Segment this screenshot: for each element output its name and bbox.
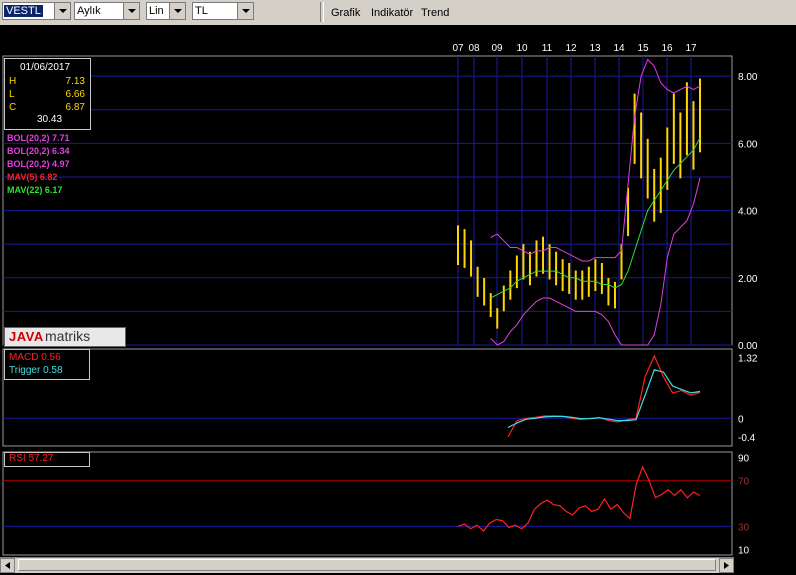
chart-area: 07 08 09 10 11 12 13 14 15 16 17 8.00 6.00 4.00 2.00 0.… — [0, 25, 796, 559]
info-row-label: L — [9, 89, 15, 100]
logo-text-java: JAVA — [9, 329, 44, 344]
scroll-left-button[interactable] — [0, 558, 15, 573]
rsi-y-tick-label: 70 — [738, 477, 750, 488]
horizontal-scrollbar[interactable] — [0, 557, 734, 573]
chart-svg[interactable]: 07 08 09 10 11 12 13 14 15 16 17 8.00 6.00 4.00 2.00 0.… — [0, 25, 796, 557]
rsi-label[interactable]: RSI 57.27 — [9, 453, 53, 464]
rsi-panel-border — [2, 451, 733, 556]
toolbar-separator — [320, 2, 324, 22]
javamatriks-logo: JAVA matriks — [4, 327, 126, 347]
indicator-bol-lower[interactable]: BOL(20,2) 4.97 — [7, 159, 70, 169]
macd-y-tick-label: 0 — [738, 414, 744, 425]
rsi-y-tick-label: 90 — [738, 454, 750, 465]
y-tick-label: 2.00 — [738, 274, 758, 285]
currency-value: TL — [195, 5, 208, 17]
period-select[interactable]: Aylık — [74, 2, 140, 20]
rsi-y-tick-label: 30 — [738, 522, 750, 533]
series-macd — [507, 354, 701, 438]
rsi-y-tick-label: 10 — [738, 545, 750, 556]
scroll-right-button[interactable] — [719, 558, 734, 573]
x-tick-label: 15 — [637, 43, 649, 54]
period-value: Aylık — [77, 5, 101, 17]
x-tick-label: 10 — [516, 43, 528, 54]
info-row-close: C 6.87 — [9, 102, 87, 113]
x-tick-label: 09 — [491, 43, 503, 54]
macd-label[interactable]: MACD 0.56 — [9, 352, 61, 363]
arrow-right-icon — [724, 562, 729, 569]
indicator-bol-upper[interactable]: BOL(20,2) 7.71 — [7, 133, 70, 143]
y-tick-label: 8.00 — [738, 72, 758, 83]
info-row-high: H 7.13 — [9, 76, 87, 87]
info-volume: 30.43 — [37, 114, 63, 125]
currency-select[interactable]: TL — [192, 2, 254, 20]
symbol-value: VESTL — [4, 5, 43, 17]
chevron-down-icon[interactable] — [123, 3, 139, 19]
chevron-down-icon[interactable] — [169, 3, 185, 19]
symbol-select[interactable]: VESTL — [2, 2, 71, 20]
menu-trend[interactable]: Trend — [421, 7, 449, 19]
indicator-bol-middle[interactable]: BOL(20,2) 6.34 — [7, 146, 70, 156]
info-row-low: L 6.66 — [9, 89, 87, 100]
menu-indikator[interactable]: Indikatör — [371, 7, 413, 19]
chevron-down-icon[interactable] — [237, 3, 253, 19]
x-tick-label: 08 — [468, 43, 480, 54]
toolbar: VESTL Aylık Lin TL Grafik Indikatör Tren… — [0, 0, 796, 26]
scale-value: Lin — [149, 5, 164, 17]
x-tick-label: 13 — [589, 43, 601, 54]
indicator-mav5[interactable]: MAV(5) 6.82 — [7, 172, 57, 182]
macd-y-tick-label: 1.32 — [738, 353, 758, 364]
macd-panel-border — [2, 348, 733, 447]
price-info-box: 01/06/2017 H 7.13 L 6.66 C 6.87 30.43 — [4, 58, 91, 130]
rsi-legend-box: RSI 57.27 — [4, 452, 90, 467]
info-date: 01/06/2017 — [20, 62, 71, 73]
trigger-label[interactable]: Trigger 0.58 — [9, 365, 63, 376]
info-row-value: 7.13 — [65, 76, 85, 87]
info-row-label: H — [9, 76, 17, 87]
series-trigger — [507, 369, 701, 429]
info-row-value: 6.66 — [65, 89, 85, 100]
macd-y-tick-label: -0.4 — [738, 433, 756, 444]
x-tick-label: 12 — [565, 43, 577, 54]
scale-select[interactable]: Lin — [146, 2, 186, 20]
logo-text-matriks: matriks — [45, 328, 91, 344]
info-row-value: 6.87 — [65, 102, 85, 113]
macd-legend-box: MACD 0.56 Trigger 0.58 — [4, 349, 90, 380]
arrow-left-icon — [5, 562, 10, 569]
info-row-label: C — [9, 102, 17, 113]
price-panel-border — [2, 55, 733, 346]
x-tick-label: 11 — [542, 43, 553, 54]
x-tick-label: 14 — [613, 43, 625, 54]
y-tick-label: 6.00 — [738, 139, 758, 150]
indicator-mav22[interactable]: MAV(22) 6.17 — [7, 185, 62, 195]
menu-grafik[interactable]: Grafik — [331, 7, 360, 19]
scrollbar-thumb[interactable] — [18, 559, 716, 571]
y-tick-label: 0.00 — [738, 341, 758, 352]
y-tick-label: 4.00 — [738, 207, 758, 218]
x-tick-label: 16 — [661, 43, 673, 54]
chevron-down-icon[interactable] — [54, 3, 70, 19]
series-rsi — [457, 465, 701, 532]
x-tick-label: 07 — [452, 43, 464, 54]
x-tick-label: 17 — [685, 43, 697, 54]
